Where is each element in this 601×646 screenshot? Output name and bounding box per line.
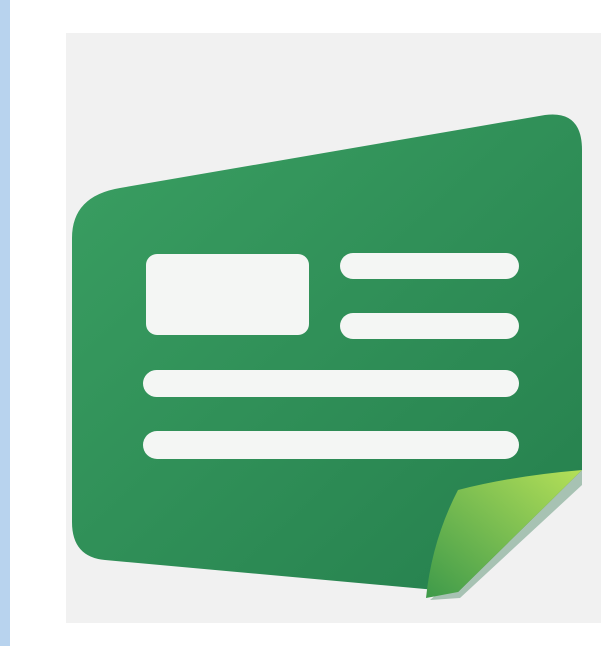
- text-line-short-1: [340, 253, 519, 279]
- image-placeholder: [146, 254, 309, 335]
- text-line-long-1: [143, 370, 519, 397]
- text-line-short-2: [340, 313, 519, 339]
- news-article-icon: [72, 114, 582, 600]
- screenshot-frame: [0, 0, 601, 646]
- text-line-long-2: [143, 431, 519, 459]
